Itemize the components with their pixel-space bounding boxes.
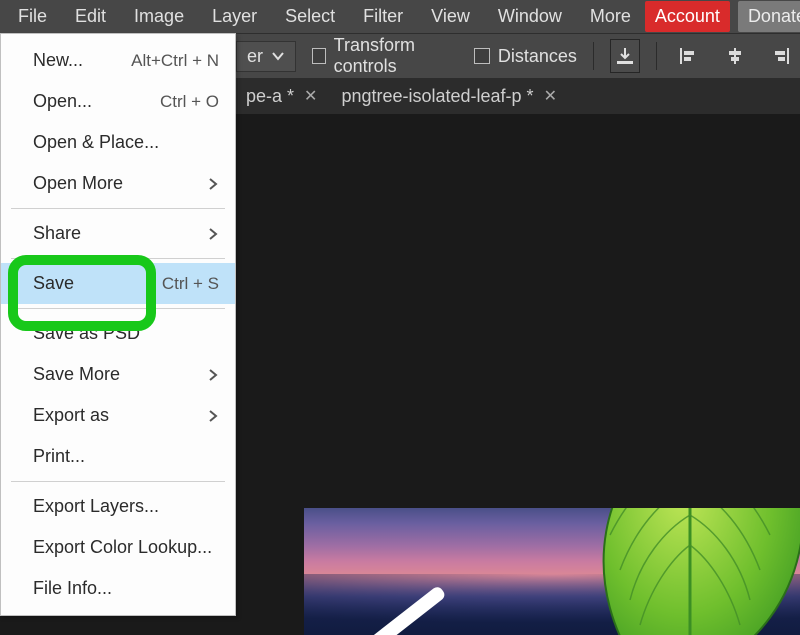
menu-select[interactable]: Select bbox=[271, 1, 349, 32]
menu-edit[interactable]: Edit bbox=[61, 1, 120, 32]
document-tab[interactable]: pngtree-isolated-leaf-p * ✕ bbox=[331, 80, 567, 113]
align-center-icon-button[interactable] bbox=[719, 39, 749, 73]
checkbox-icon bbox=[312, 48, 326, 64]
distances-label: Distances bbox=[498, 46, 577, 67]
align-right-icon-button[interactable] bbox=[766, 39, 796, 73]
distances-checkbox[interactable]: Distances bbox=[474, 46, 577, 67]
menu-item-print[interactable]: Print... bbox=[1, 436, 235, 477]
menu-item-open[interactable]: Open... Ctrl + O bbox=[1, 81, 235, 122]
tab-label: pngtree-isolated-leaf-p * bbox=[341, 86, 533, 107]
menu-item-open-more[interactable]: Open More bbox=[1, 163, 235, 204]
menu-item-label: Save as PSD bbox=[33, 323, 140, 344]
toolbar-separator bbox=[656, 42, 657, 70]
menu-item-new[interactable]: New... Alt+Ctrl + N bbox=[1, 40, 235, 81]
file-menu-dropdown: New... Alt+Ctrl + N Open... Ctrl + O Ope… bbox=[0, 33, 236, 616]
checkbox-icon bbox=[474, 48, 490, 64]
menu-separator bbox=[11, 308, 225, 309]
menu-window[interactable]: Window bbox=[484, 1, 576, 32]
menu-item-label: Open More bbox=[33, 173, 123, 194]
menu-item-file-info[interactable]: File Info... bbox=[1, 568, 235, 609]
menu-separator bbox=[11, 208, 225, 209]
menu-item-label: Save More bbox=[33, 364, 120, 385]
document-tab[interactable]: pe-a * ✕ bbox=[236, 80, 327, 113]
align-left-icon-button[interactable] bbox=[673, 39, 703, 73]
chevron-right-icon bbox=[207, 178, 219, 190]
transform-controls-checkbox[interactable]: Transform controls bbox=[312, 35, 458, 77]
menu-item-label: New... bbox=[33, 50, 83, 71]
menu-item-label: Print... bbox=[33, 446, 85, 467]
chevron-right-icon bbox=[207, 410, 219, 422]
dropdown-visible-tail: er bbox=[247, 46, 263, 67]
menu-filter[interactable]: Filter bbox=[349, 1, 417, 32]
chevron-right-icon bbox=[207, 228, 219, 240]
menu-item-save[interactable]: Save Ctrl + S bbox=[1, 263, 235, 304]
blend-mode-dropdown[interactable]: er bbox=[236, 41, 296, 72]
menu-more[interactable]: More bbox=[576, 1, 645, 32]
chevron-right-icon bbox=[207, 369, 219, 381]
close-icon[interactable]: ✕ bbox=[304, 86, 317, 106]
menu-item-label: Save bbox=[33, 273, 74, 294]
menu-item-label: Share bbox=[33, 223, 81, 244]
leaf-image bbox=[540, 508, 800, 635]
transform-controls-label: Transform controls bbox=[334, 35, 458, 77]
close-icon[interactable]: ✕ bbox=[544, 86, 557, 106]
menu-item-export-color-lookup[interactable]: Export Color Lookup... bbox=[1, 527, 235, 568]
toolbar-separator bbox=[593, 42, 594, 70]
menu-image[interactable]: Image bbox=[120, 1, 198, 32]
menu-item-export-layers[interactable]: Export Layers... bbox=[1, 486, 235, 527]
document-canvas[interactable] bbox=[304, 508, 800, 635]
menubar: File Edit Image Layer Select Filter View… bbox=[0, 0, 800, 33]
chevron-down-icon bbox=[271, 49, 285, 63]
menu-item-label: Open & Place... bbox=[33, 132, 159, 153]
menu-separator bbox=[11, 258, 225, 259]
menu-item-export-as[interactable]: Export as bbox=[1, 395, 235, 436]
account-button[interactable]: Account bbox=[645, 1, 730, 32]
menu-file[interactable]: File bbox=[4, 1, 61, 32]
menu-separator bbox=[11, 481, 225, 482]
menu-item-open-place[interactable]: Open & Place... bbox=[1, 122, 235, 163]
tab-label: pe-a * bbox=[246, 86, 294, 107]
menu-item-label: Export Layers... bbox=[33, 496, 159, 517]
menu-layer[interactable]: Layer bbox=[198, 1, 271, 32]
menu-item-label: File Info... bbox=[33, 578, 112, 599]
menu-item-shortcut: Ctrl + S bbox=[162, 274, 219, 294]
donate-button[interactable]: Donate bbox=[738, 1, 800, 32]
menu-item-shortcut: Ctrl + O bbox=[160, 92, 219, 112]
menu-item-shortcut: Alt+Ctrl + N bbox=[131, 51, 219, 71]
menu-item-save-psd[interactable]: Save as PSD bbox=[1, 313, 235, 354]
menu-item-label: Open... bbox=[33, 91, 92, 112]
download-icon-button[interactable] bbox=[610, 39, 641, 73]
menu-item-label: Export Color Lookup... bbox=[33, 537, 212, 558]
menu-view[interactable]: View bbox=[417, 1, 484, 32]
menu-item-label: Export as bbox=[33, 405, 109, 426]
menu-item-save-more[interactable]: Save More bbox=[1, 354, 235, 395]
menu-item-share[interactable]: Share bbox=[1, 213, 235, 254]
